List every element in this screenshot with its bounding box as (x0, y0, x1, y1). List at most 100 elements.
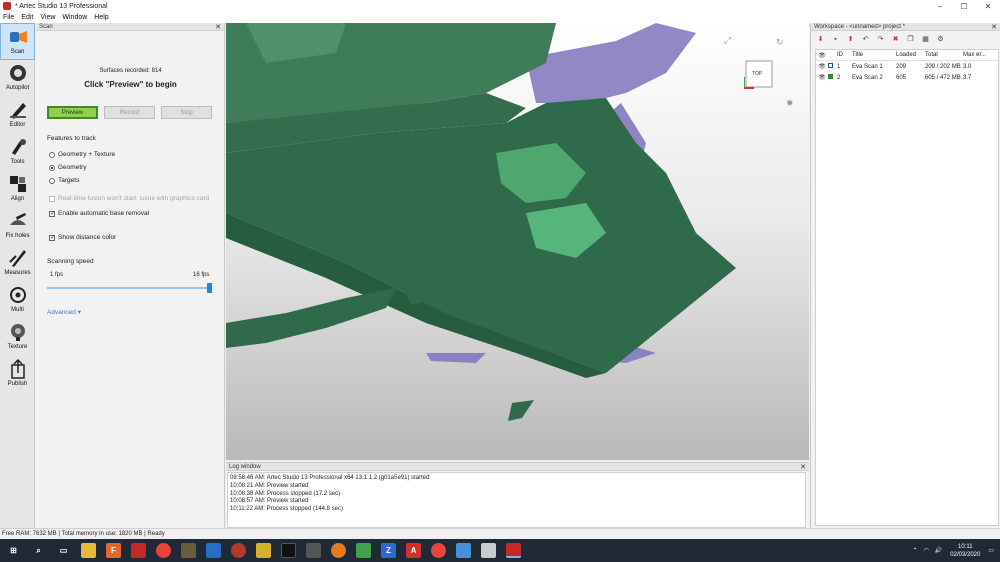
gear-icon[interactable]: ⚙ (935, 35, 946, 44)
view-cube[interactable]: TOP (744, 59, 774, 89)
slider-thumb[interactable] (207, 283, 212, 293)
radio-button[interactable] (49, 151, 55, 158)
app-icon-bars[interactable] (356, 543, 371, 558)
close-icon[interactable]: ✕ (800, 463, 806, 471)
app-icon-gimp[interactable] (181, 543, 196, 558)
tool-label: Measures (4, 270, 31, 276)
redo-icon[interactable]: ↷ (875, 35, 886, 44)
close-icon[interactable]: ✕ (991, 23, 997, 31)
notifications-icon[interactable]: ▭ (988, 547, 994, 554)
chrome-icon[interactable] (431, 543, 446, 558)
tool-publish[interactable]: Publish (0, 356, 35, 393)
radio-targets[interactable]: Targets (49, 177, 79, 184)
app-icon-orange[interactable] (331, 543, 346, 558)
app-icon-z[interactable]: Z (381, 543, 396, 558)
maximize-button[interactable]: ☐ (952, 0, 976, 12)
fit-view-icon[interactable]: ⤢ (724, 35, 731, 46)
export-icon[interactable]: ⬆ (845, 35, 856, 44)
checkbox-label: Show distance color (58, 234, 117, 241)
tools-icon (8, 137, 28, 157)
show-distance-color-checkbox[interactable]: ✓ Show distance color (49, 234, 116, 241)
close-window-button[interactable]: ✕ (976, 0, 1000, 12)
chevron-down-icon: ▾ (77, 309, 81, 316)
eye-icon[interactable]: 👁 (816, 63, 828, 70)
menu-file[interactable]: File (3, 14, 14, 21)
column-header[interactable]: Max er... (963, 52, 993, 58)
chrome-icon[interactable] (156, 543, 171, 558)
delete-icon[interactable]: ✖ (890, 35, 901, 44)
radio-label: Targets (58, 177, 80, 184)
copy-icon[interactable]: ❐ (905, 35, 916, 44)
eye-icon[interactable]: 👁 (816, 52, 828, 59)
app-icon-settings[interactable] (306, 543, 321, 558)
tool-measures[interactable]: Measures (0, 245, 35, 282)
eye-icon[interactable]: 👁 (816, 74, 828, 81)
menu-window[interactable]: Window (62, 14, 87, 21)
log-body[interactable]: 09:58:46 AM: Artec Studio 13 Professiona… (227, 472, 806, 528)
preview-button[interactable]: Preview (47, 106, 98, 119)
file-explorer-icon[interactable] (81, 543, 96, 558)
radio-geometry[interactable]: Geometry (49, 164, 87, 171)
search-icon[interactable]: ⌕ (31, 543, 46, 558)
checkbox-checked[interactable]: ✓ (49, 210, 55, 217)
camera-icon[interactable]: ▪ (830, 35, 841, 44)
app-icon-f[interactable]: F (106, 543, 121, 558)
tool-scan[interactable]: Scan (0, 23, 35, 60)
windows-start-icon[interactable]: ⊞ (6, 543, 21, 558)
artec-taskbar-icon[interactable] (506, 543, 521, 558)
app-icon-bird[interactable] (481, 543, 496, 558)
checkbox-checked[interactable]: ✓ (49, 234, 55, 241)
terminal-icon[interactable] (281, 543, 296, 558)
auto-base-removal-checkbox[interactable]: ✓ Enable automatic base removal (49, 210, 149, 217)
column-header[interactable]: Total (925, 52, 963, 58)
tool-align[interactable]: Align (0, 171, 35, 208)
tray-up-icon[interactable]: ⌃ (913, 547, 918, 554)
table-row[interactable]: 👁 2 Eva Scan 2 605 605 / 472 MB 3.7 (816, 72, 998, 83)
tool-autopilot[interactable]: Autopilot (0, 60, 35, 97)
column-header[interactable]: Title (852, 52, 896, 58)
advanced-toggle[interactable]: Advanced ▾ (47, 308, 81, 316)
app-icon-python[interactable] (256, 543, 271, 558)
tool-fix-holes[interactable]: Fix holes (0, 208, 35, 245)
import-icon[interactable]: ⬇ (815, 35, 826, 44)
checkbox[interactable] (49, 195, 55, 202)
taskbar: ⊞ ⌕ ▭ F Z A ⌃ ◠ 🔊 10:11 02/03/2020 ▭ (0, 539, 1000, 562)
app-icon-photos[interactable] (456, 543, 471, 558)
stop-button[interactable]: Stop (161, 106, 212, 119)
column-header[interactable]: Loaded (896, 52, 925, 58)
artec-app-icon (3, 2, 11, 10)
close-icon[interactable]: ✕ (215, 23, 221, 31)
wifi-icon[interactable]: ◠ (924, 547, 929, 554)
3d-viewport[interactable]: TOP ⤢ ↻ ✹ (226, 23, 809, 460)
radio-button-selected[interactable] (49, 164, 55, 171)
workspace-table: 👁 ID Title Loaded Total Max er... 👁 1 Ev… (815, 49, 999, 526)
scanning-speed-slider[interactable] (47, 283, 212, 293)
radio-button[interactable] (49, 177, 55, 184)
app-icon-acrobat[interactable]: A (406, 543, 421, 558)
zoom-to-fit-icon[interactable]: ✹ (786, 98, 794, 109)
menu-view[interactable]: View (40, 14, 55, 21)
system-tray: ⌃ ◠ 🔊 10:11 02/03/2020 ▭ (913, 539, 994, 562)
record-button[interactable]: Record (104, 106, 155, 119)
rotate-view-icon[interactable]: ↻ (776, 37, 784, 48)
app-icon-globe[interactable] (231, 543, 246, 558)
grid-icon[interactable]: ▦ (920, 35, 931, 44)
menu-help[interactable]: Help (94, 14, 108, 21)
task-view-icon[interactable]: ▭ (56, 543, 71, 558)
undo-icon[interactable]: ↶ (860, 35, 871, 44)
menu-edit[interactable]: Edit (21, 14, 33, 21)
tool-tools[interactable]: Tools (0, 134, 35, 171)
app-icon-red[interactable] (131, 543, 146, 558)
app-icon-blue[interactable] (206, 543, 221, 558)
minimize-button[interactable]: – (928, 0, 952, 12)
cell-title: Eva Scan 1 (852, 63, 883, 70)
realtime-fusion-checkbox[interactable]: Real-time fusion won't start: issue with… (49, 195, 209, 202)
clock[interactable]: 10:11 02/03/2020 (950, 543, 980, 559)
radio-geometry-texture[interactable]: Geometry + Texture (49, 151, 115, 158)
tool-texture[interactable]: Texture (0, 319, 35, 356)
volume-icon[interactable]: 🔊 (935, 547, 942, 554)
tool-multi[interactable]: Multi (0, 282, 35, 319)
column-header[interactable]: ID (837, 52, 852, 58)
tool-editor[interactable]: Editor (0, 97, 35, 134)
table-row[interactable]: 👁 1 Eva Scan 1 209 209 / 202 MB 3.0 (816, 61, 998, 72)
